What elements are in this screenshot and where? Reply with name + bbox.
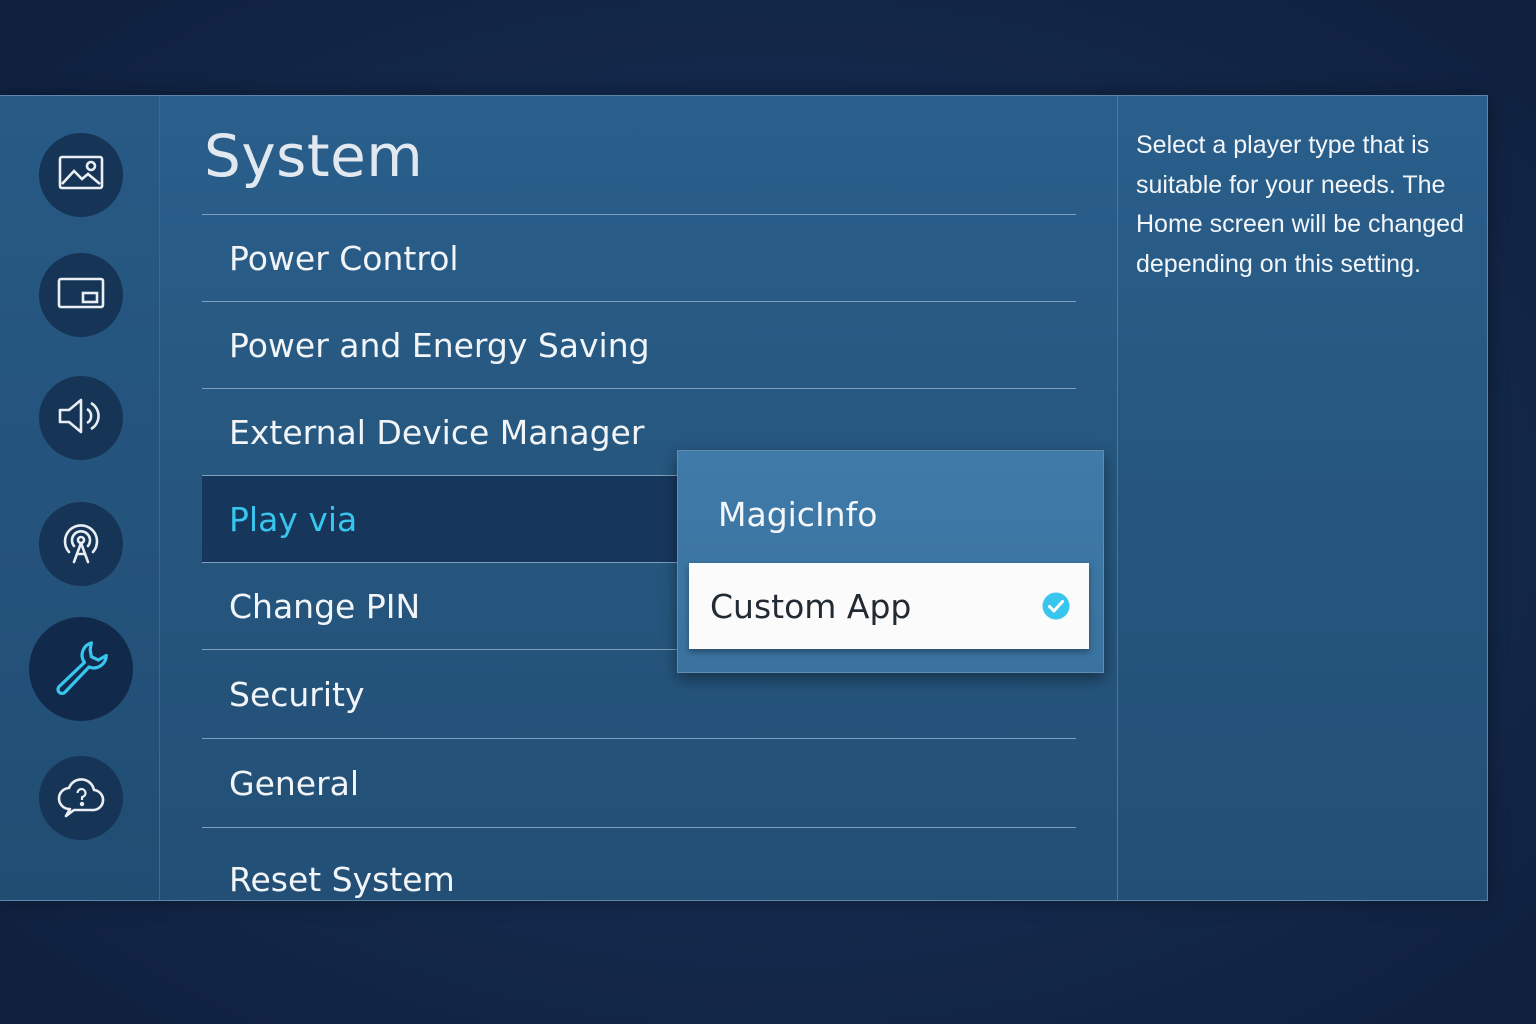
sidebar-item-picture[interactable] (39, 133, 123, 217)
option-label: Custom App (710, 586, 912, 626)
settings-panel: System Power Control Power and Energy Sa… (0, 95, 1488, 901)
menu-item-label: Change PIN (229, 586, 421, 626)
category-sidebar (0, 96, 160, 900)
picture-in-picture-icon (54, 266, 108, 324)
menu-item-label: Security (229, 674, 365, 714)
option-custom-app[interactable]: Custom App (689, 563, 1089, 649)
sidebar-item-network[interactable] (39, 502, 123, 586)
help-text: Select a player type that is suitable fo… (1136, 131, 1464, 278)
help-cloud-icon (54, 769, 108, 827)
menu-item-label: External Device Manager (229, 412, 645, 452)
menu-item-general[interactable]: General (202, 738, 1076, 827)
broadcast-antenna-icon (54, 515, 108, 573)
menu-item-label: Power Control (229, 238, 459, 278)
help-divider (1117, 96, 1118, 900)
menu-item-label: Play via (229, 499, 358, 539)
menu-item-label: Power and Energy Saving (229, 325, 650, 365)
checkmark-icon (1041, 591, 1071, 621)
wrench-icon (50, 636, 112, 702)
sidebar-item-sound[interactable] (39, 376, 123, 460)
sidebar-item-support[interactable] (39, 756, 123, 840)
menu-item-label: Reset System (229, 860, 455, 899)
play-via-dropdown: MagicInfo Custom App (677, 450, 1104, 673)
menu-item-reset-system[interactable]: Reset System (202, 827, 1076, 903)
page-title: System (204, 122, 424, 190)
option-magicinfo[interactable]: MagicInfo (718, 495, 877, 534)
menu-item-power-control[interactable]: Power Control (202, 214, 1076, 301)
menu-item-power-energy-saving[interactable]: Power and Energy Saving (202, 301, 1076, 388)
picture-icon (54, 146, 108, 204)
menu-item-label: General (229, 763, 360, 803)
sidebar-item-system[interactable] (29, 617, 133, 721)
speaker-icon (54, 389, 108, 447)
sidebar-item-screen[interactable] (39, 253, 123, 337)
